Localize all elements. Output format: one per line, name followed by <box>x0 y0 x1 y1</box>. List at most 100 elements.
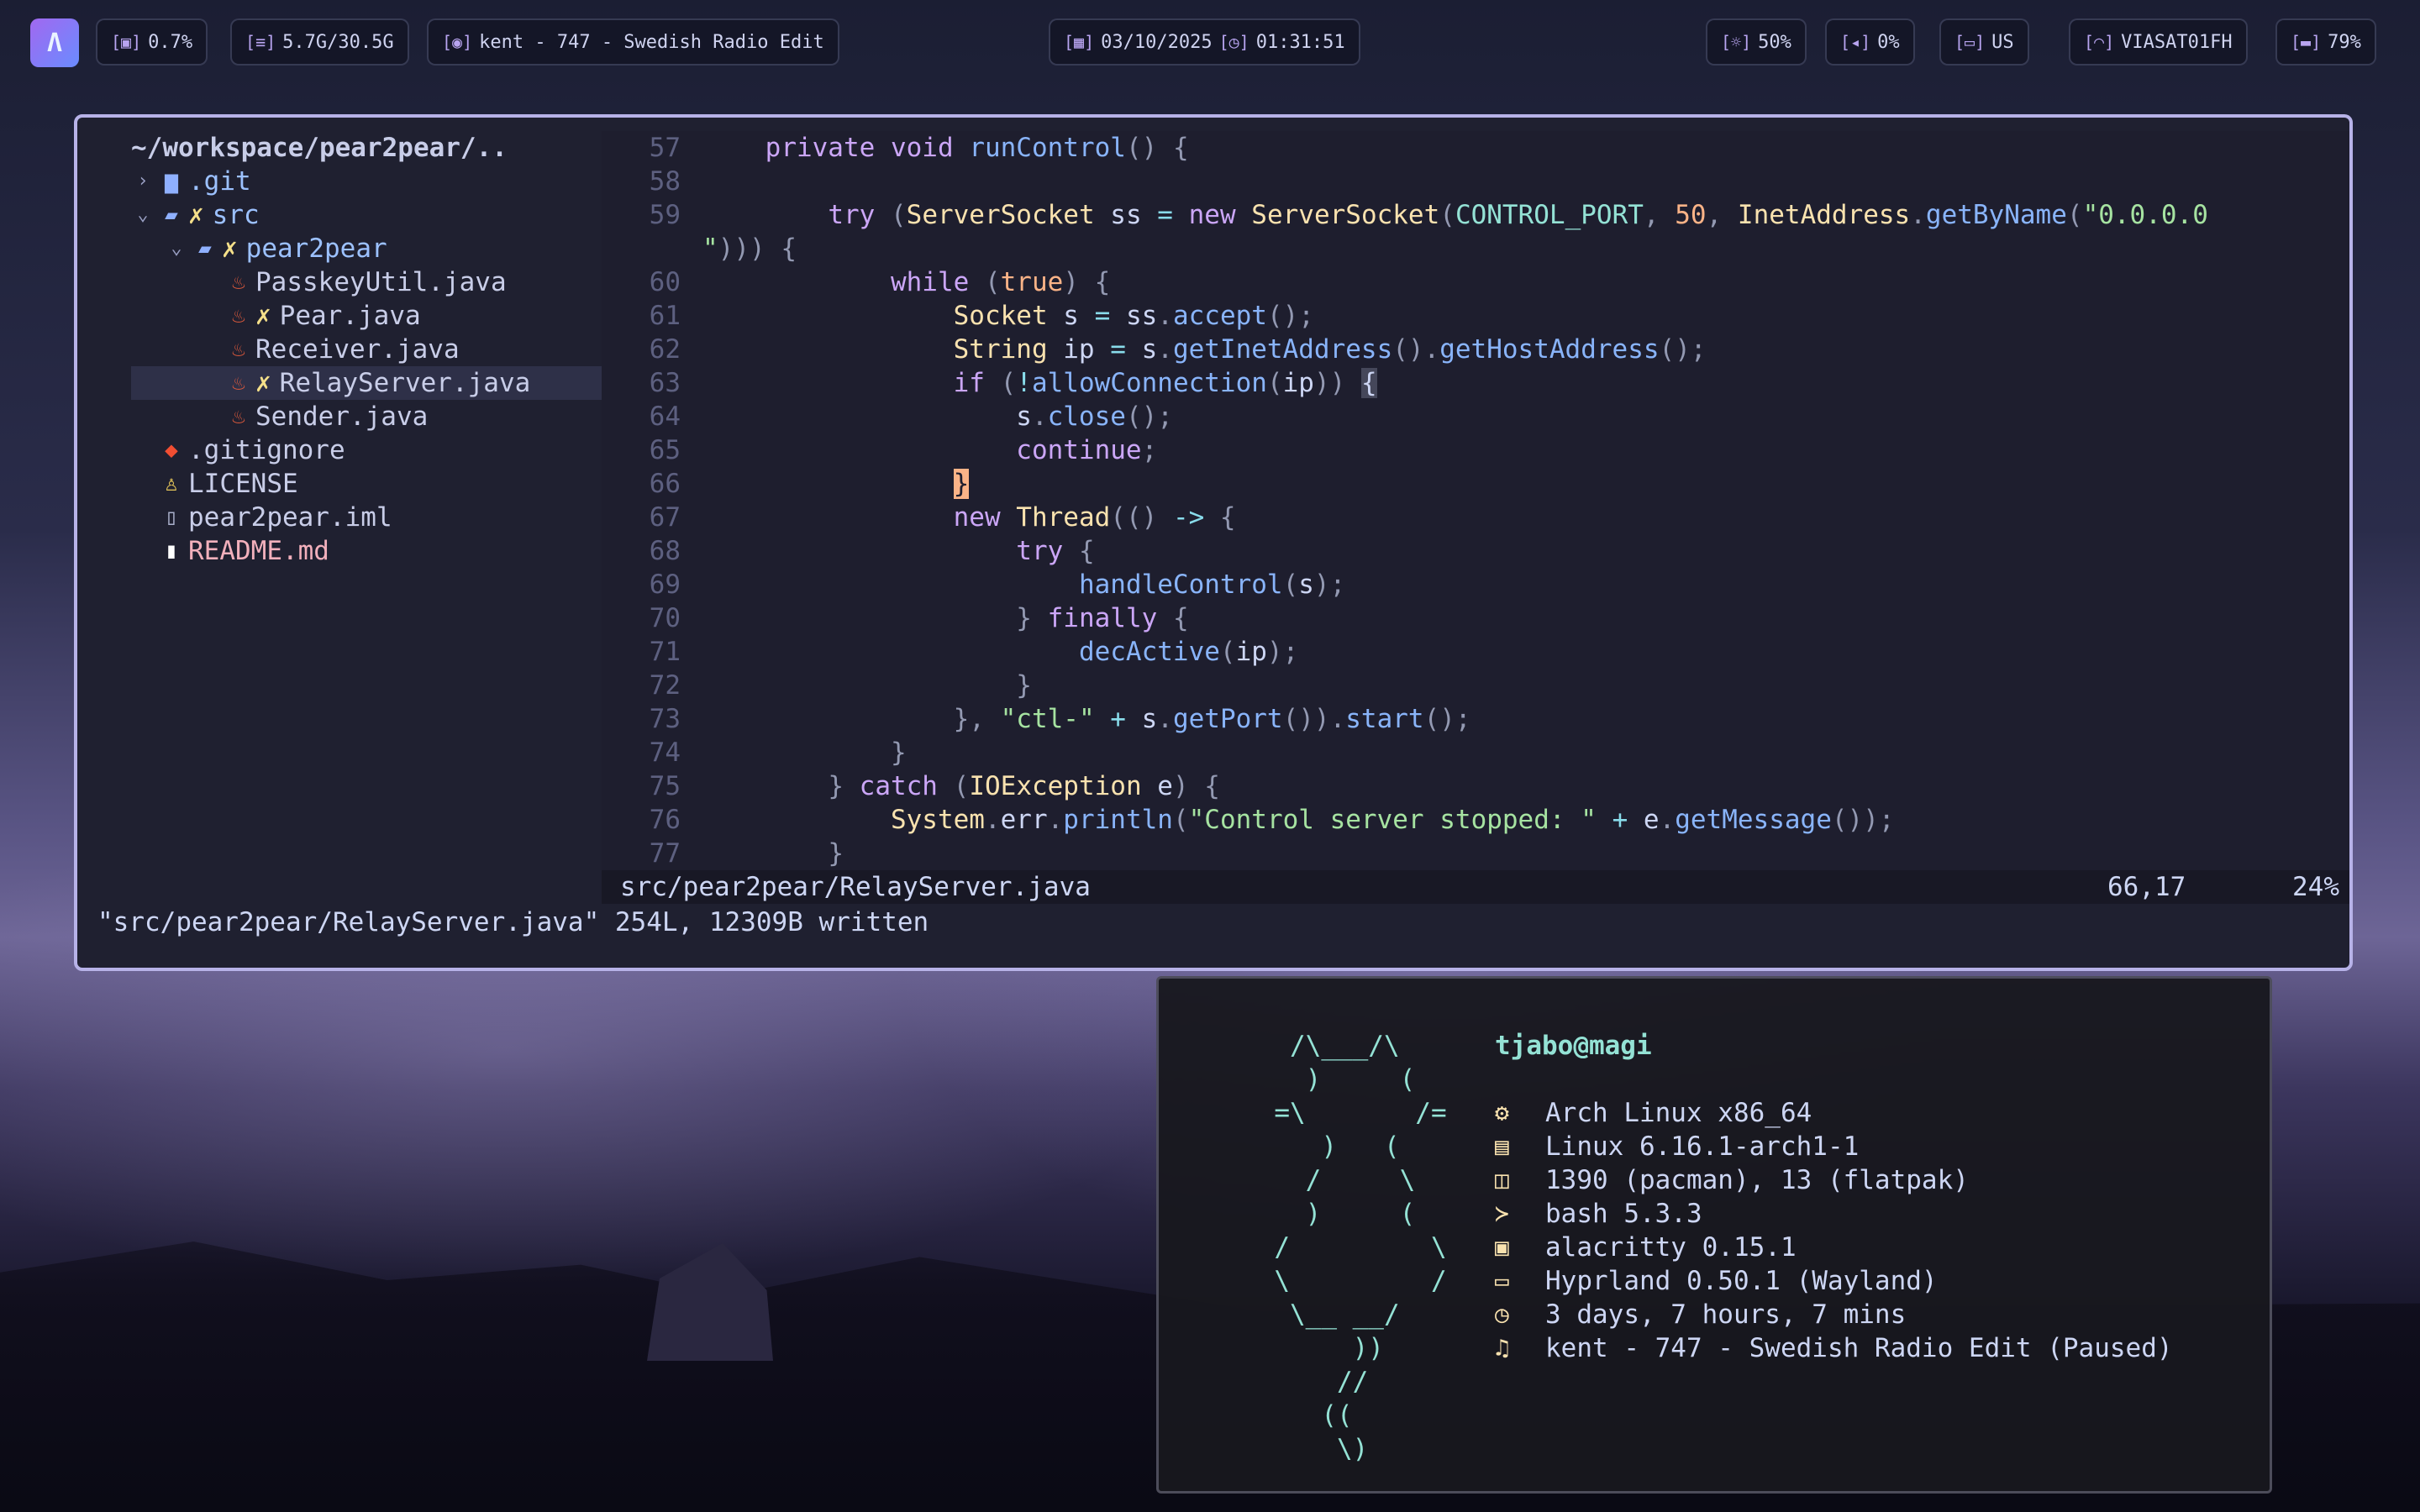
status-bar: Λ [▣] 0.7% [≡] 5.7G/30.5G [◉] kent - 747… <box>0 0 2420 84</box>
markdown-icon: ▮ <box>165 538 178 564</box>
vim-statusline: src/pear2pear/RelayServer.java 66,17 24% <box>602 870 2349 904</box>
java-icon: ♨ <box>232 270 245 295</box>
info-terminal: ▣ alacritty 0.15.1 <box>1495 1232 1797 1263</box>
package-icon: ◫ <box>1495 1166 1509 1194</box>
tree-item-src[interactable]: ⌄ ▰ ✗ src <box>131 198 602 232</box>
keyboard-icon: [▭] <box>1954 32 1986 52</box>
calendar-icon: [▦] <box>1064 32 1095 52</box>
code-line: 77 } <box>649 838 844 869</box>
code-line: 73 }, "ctl-" + s.getPort()).start(); <box>649 704 1471 734</box>
code-line: 67 new Thread(() -> { <box>649 502 1236 533</box>
text-cursor: } <box>953 469 970 499</box>
java-icon: ♨ <box>232 404 245 429</box>
info-packages: ◫ 1390 (pacman), 13 (flatpak) <box>1495 1165 1969 1195</box>
memory-icon: [≡] <box>245 32 276 52</box>
brightness-value: 50% <box>1758 31 1791 53</box>
code-line: 72 } <box>649 670 1032 701</box>
java-icon: ♨ <box>232 370 245 396</box>
status-filename: src/pear2pear/RelayServer.java <box>620 872 1091 902</box>
gear-icon: ⚙ <box>1495 1099 1509 1126</box>
shell-icon: ≻ <box>1495 1200 1509 1227</box>
battery-value: 79% <box>2328 31 2361 53</box>
cpu-widget[interactable]: [▣] 0.7% <box>96 18 208 66</box>
fastfetch-terminal[interactable]: /\___/\ ) ( =\ /= ) ( / \ ) ( / \ \ / \_… <box>1156 976 2272 1494</box>
brightness-icon: [☼] <box>1721 32 1752 52</box>
media-widget[interactable]: [◉] kent - 747 - Swedish Radio Edit <box>427 18 839 66</box>
chevron-down-icon: ⌄ <box>171 238 182 259</box>
ascii-art-logo: /\___/\ ) ( =\ /= ) ( / \ ) ( / \ \ / \_… <box>1274 1031 1447 1464</box>
wifi-widget[interactable]: [◠] VIASAT01FH <box>2069 18 2248 66</box>
clock-widget[interactable]: [▦] 03/10/2025 [◷] 01:31:51 <box>1049 18 1360 66</box>
code-line: 69 handleControl(s); <box>649 570 1346 600</box>
code-line: 70 } finally { <box>649 603 1189 633</box>
code-line: 71 decActive(ip); <box>649 637 1299 667</box>
code-line: 61 Socket s = ss.accept(); <box>649 301 1314 331</box>
code-line: 58 <box>649 166 681 197</box>
spotify-icon: [◉] <box>442 32 473 52</box>
tree-item-sender[interactable]: ♨ Sender.java <box>131 400 602 433</box>
code-line: 68 try { <box>649 536 1095 566</box>
vim-command-line[interactable]: "src/pear2pear/RelayServer.java" 254L, 1… <box>97 906 929 939</box>
modified-icon: ✗ <box>255 368 271 398</box>
brightness-widget[interactable]: [☼] 50% <box>1706 18 1807 66</box>
modified-icon: ✗ <box>255 301 271 331</box>
volume-widget[interactable]: [◂] 0% <box>1825 18 1915 66</box>
code-line: 75 } catch (IOException e) { <box>649 771 1220 801</box>
code-line: 66 } <box>649 469 970 499</box>
info-media: ♫ kent - 747 - Swedish Radio Edit (Paused… <box>1495 1333 2173 1363</box>
git-icon: ◆ <box>165 438 178 463</box>
launcher-button[interactable]: Λ <box>30 18 79 67</box>
tree-item-pear2pear[interactable]: ⌄ ▰ ✗ pear2pear <box>131 232 602 265</box>
code-editor[interactable]: 57 private void runControl() { 58 59 try… <box>602 131 2349 870</box>
wallpaper-rock <box>647 1243 773 1361</box>
memory-value: 5.7G/30.5G <box>282 31 394 53</box>
terminal-icon: ▣ <box>1495 1233 1509 1261</box>
info-uptime: ◷ 3 days, 7 hours, 7 mins <box>1495 1299 1907 1330</box>
modified-icon: ✗ <box>222 234 238 264</box>
tree-item-passkeyutil[interactable]: ♨ PasskeyUtil.java <box>131 265 602 299</box>
keyboard-layout: US <box>1991 31 2014 53</box>
tree-item-iml[interactable]: ▯ pear2pear.iml <box>131 501 602 534</box>
code-line: 60 while (true) { <box>649 267 1111 297</box>
info-os: ⚙ Arch Linux x86_64 <box>1495 1098 1812 1128</box>
time-value: 01:31:51 <box>1255 31 1345 53</box>
file-icon: ▯ <box>165 505 178 530</box>
tree-item-gitignore[interactable]: ◆ .gitignore <box>131 433 602 467</box>
scroll-percent: 24% <box>2292 872 2339 902</box>
modified-icon: ✗ <box>188 200 204 230</box>
code-line: 63 if (!allowConnection(ip)) { <box>649 368 1377 398</box>
music-icon: ♫ <box>1495 1334 1509 1362</box>
tree-item-receiver[interactable]: ♨ Receiver.java <box>131 333 602 366</box>
code-line: 74 } <box>649 738 907 768</box>
folder-icon: ▆ <box>165 169 178 194</box>
java-icon: ♨ <box>232 337 245 362</box>
code-line: 62 String ip = s.getInetAddress().getHos… <box>649 334 1707 365</box>
folder-open-icon: ▰ <box>198 236 212 261</box>
user-host: tjabo@magi <box>1495 1031 1652 1061</box>
cpu-icon: [▣] <box>111 32 142 52</box>
tree-item-pear[interactable]: ♨ ✗ Pear.java <box>131 299 602 333</box>
volume-value: 0% <box>1877 31 1900 53</box>
tree-item-readme[interactable]: ▮ README.md <box>131 534 602 568</box>
folder-open-icon: ▰ <box>165 202 178 228</box>
media-title: kent - 747 - Swedish Radio Edit <box>479 31 824 53</box>
speaker-icon: [◂] <box>1840 32 1871 52</box>
code-line: 59 try (ServerSocket ss = new ServerSock… <box>649 200 2208 230</box>
info-kernel: ▤ Linux 6.16.1-arch1-1 <box>1495 1131 1860 1162</box>
code-line: "))) { <box>702 234 797 264</box>
tree-item-relayserver[interactable]: ♨ ✗ RelayServer.java <box>131 366 602 400</box>
code-line: 65 continue; <box>649 435 1158 465</box>
tree-root-path[interactable]: ~/workspace/pear2pear/.. <box>131 131 602 165</box>
info-wm: ▭ Hyprland 0.50.1 (Wayland) <box>1495 1266 1938 1296</box>
java-icon: ♨ <box>232 303 245 328</box>
cpu-value: 0.7% <box>148 31 193 53</box>
code-line: 76 System.err.println("Control server st… <box>649 805 1895 835</box>
clock-icon: ◷ <box>1495 1300 1509 1328</box>
battery-widget[interactable]: [▬] 79% <box>2275 18 2376 66</box>
keyboard-widget[interactable]: [▭] US <box>1939 18 2029 66</box>
cursor-position: 66,17 <box>2107 872 2186 902</box>
memory-widget[interactable]: [≡] 5.7G/30.5G <box>230 18 409 66</box>
editor-window[interactable]: ~/workspace/pear2pear/.. › ▆ .git ⌄ ▰ ✗ … <box>74 114 2353 971</box>
tree-item-git[interactable]: › ▆ .git <box>131 165 602 198</box>
tree-item-license[interactable]: ♙ LICENSE <box>131 467 602 501</box>
